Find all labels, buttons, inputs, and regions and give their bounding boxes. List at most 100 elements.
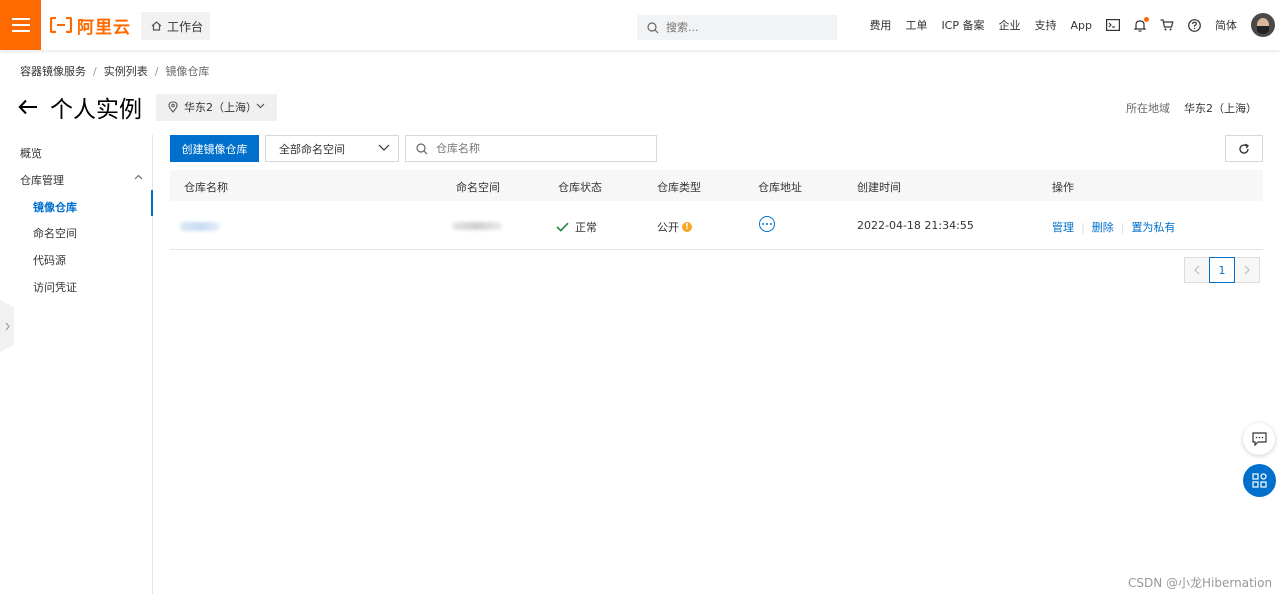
breadcrumb: 容器镜像服务 / 实例列表 / 镜像仓库 [20, 63, 209, 79]
page-title: 个人实例 [50, 97, 142, 123]
redacted-repo-name [180, 222, 220, 231]
chevron-down-icon [256, 103, 265, 108]
namespace-cell [452, 222, 502, 230]
back-arrow-icon[interactable] [18, 99, 38, 115]
terminal-icon[interactable] [1106, 19, 1120, 31]
global-search-input[interactable] [666, 21, 826, 34]
hamburger-menu-button[interactable] [0, 0, 41, 50]
region-select[interactable]: 华东2（上海） [156, 93, 277, 121]
logo-text: 阿里云 [77, 17, 131, 38]
global-search[interactable] [637, 15, 837, 40]
nav-enterprise[interactable]: 企业 [999, 17, 1021, 33]
namespace-filter-select[interactable]: 全部命名空间 [265, 135, 399, 162]
make-private-link[interactable]: 置为私有 [1131, 219, 1175, 235]
chat-icon [1251, 432, 1267, 446]
sidebar-item-repo-management[interactable]: 仓库管理 [20, 172, 64, 188]
create-repo-button[interactable]: 创建镜像仓库 [170, 135, 259, 162]
info-warning-icon[interactable]: ! [682, 222, 692, 232]
apps-grid-icon [1252, 473, 1267, 488]
type-cell: 公开 ! [657, 219, 692, 235]
repo-search[interactable] [405, 135, 657, 162]
manage-link[interactable]: 管理 [1052, 219, 1074, 235]
notification-dot [1144, 16, 1149, 22]
more-dots-icon[interactable] [759, 216, 775, 232]
delete-link[interactable]: 删除 [1092, 219, 1114, 235]
namespace-filter-value: 全部命名空间 [279, 142, 345, 156]
address-cell [759, 216, 775, 232]
aliyun-logo-icon [50, 17, 72, 33]
redacted-namespace [452, 222, 502, 230]
search-icon [647, 21, 659, 33]
region-select-value: 华东2（上海） [184, 101, 257, 114]
chevron-right-icon [1244, 265, 1250, 275]
table-row: 正常 公开 ! 2022-04-18 21:34:55 管理 | 删除 | 置为… [170, 201, 1263, 250]
col-repo-name: 仓库名称 [184, 181, 228, 194]
bell-icon[interactable] [1134, 16, 1149, 32]
pagination: 1 [1184, 257, 1260, 283]
sidebar-item-image-repos[interactable]: 镜像仓库 [33, 199, 77, 215]
sidebar: 概览 仓库管理 镜像仓库 命名空间 代码源 访问凭证 [0, 135, 153, 594]
repo-search-input[interactable] [436, 142, 636, 155]
actions-cell: 管理 | 删除 | 置为私有 [1052, 219, 1175, 235]
menu-icon [11, 18, 30, 32]
sidebar-item-code-source[interactable]: 代码源 [33, 252, 66, 268]
nav-app[interactable]: App [1071, 19, 1093, 32]
check-icon [556, 222, 569, 232]
feedback-chat-button[interactable] [1243, 423, 1275, 455]
chevron-up-icon[interactable] [134, 174, 143, 180]
chevron-left-icon [1194, 265, 1200, 275]
action-separator: | [1081, 220, 1085, 234]
page-number-button[interactable]: 1 [1209, 257, 1235, 283]
region-info: 所在地域 华东2（上海） [1126, 100, 1257, 116]
location-pin-icon [168, 101, 178, 113]
created-time-cell: 2022-04-18 21:34:55 [857, 219, 974, 232]
col-repo-type: 仓库类型 [657, 181, 701, 194]
refresh-button[interactable] [1225, 135, 1263, 162]
status-cell: 正常 [556, 219, 597, 235]
next-page-button[interactable] [1234, 257, 1260, 283]
breadcrumb-separator: / [93, 64, 97, 78]
page-header: 个人实例 华东2（上海） [18, 92, 277, 123]
nav-billing[interactable]: 费用 [869, 17, 891, 33]
chevron-right-icon [5, 322, 10, 330]
search-icon [416, 142, 428, 154]
region-info-value: 华东2（上海） [1184, 102, 1257, 115]
cart-icon[interactable] [1160, 19, 1174, 31]
top-nav-links: 费用 工单 ICP 备案 企业 支持 App 简体 [869, 0, 1280, 50]
workbench-button[interactable]: 工作台 [141, 12, 210, 40]
aliyun-logo[interactable]: 阿里云 [50, 13, 131, 38]
help-icon[interactable] [1188, 18, 1201, 32]
refresh-icon [1239, 143, 1249, 154]
breadcrumb-current: 镜像仓库 [165, 65, 210, 78]
nav-icp[interactable]: ICP 备案 [941, 17, 984, 33]
breadcrumb-cr-service[interactable]: 容器镜像服务 [20, 63, 86, 79]
col-created-time: 创建时间 [857, 181, 901, 194]
col-namespace: 命名空间 [456, 181, 500, 194]
breadcrumb-instance-list[interactable]: 实例列表 [104, 63, 148, 79]
col-actions: 操作 [1052, 181, 1074, 194]
repo-name-link[interactable] [180, 222, 220, 231]
sidebar-expand-handle[interactable] [0, 300, 14, 352]
user-avatar[interactable] [1251, 13, 1275, 37]
home-icon [151, 21, 162, 31]
action-separator: | [1120, 220, 1125, 234]
breadcrumb-separator: / [154, 64, 159, 78]
language-switch[interactable]: 简体 [1215, 17, 1237, 33]
table-header: 仓库名称 命名空间 仓库状态 仓库类型 仓库地址 创建时间 操作 [170, 170, 1263, 201]
col-repo-address: 仓库地址 [758, 181, 802, 194]
sidebar-item-overview[interactable]: 概览 [20, 145, 42, 161]
sidebar-item-access-credentials[interactable]: 访问凭证 [33, 279, 77, 295]
nav-tickets[interactable]: 工单 [905, 17, 927, 33]
sidebar-active-indicator [151, 190, 153, 216]
sidebar-item-namespaces[interactable]: 命名空间 [33, 225, 77, 241]
nav-support[interactable]: 支持 [1035, 17, 1057, 33]
status-text: 正常 [575, 221, 597, 234]
top-navbar: 阿里云 工作台 费用 工单 ICP 备案 企业 支持 App 简体 [0, 0, 1280, 50]
repo-type-text: 公开 [657, 221, 679, 234]
repo-table: 仓库名称 命名空间 仓库状态 仓库类型 仓库地址 创建时间 操作 正常 公开 !… [170, 170, 1263, 250]
apps-menu-button[interactable] [1243, 464, 1276, 497]
workbench-label: 工作台 [167, 19, 204, 34]
prev-page-button[interactable] [1184, 257, 1210, 283]
col-repo-status: 仓库状态 [558, 181, 602, 194]
region-info-label: 所在地域 [1126, 102, 1170, 115]
